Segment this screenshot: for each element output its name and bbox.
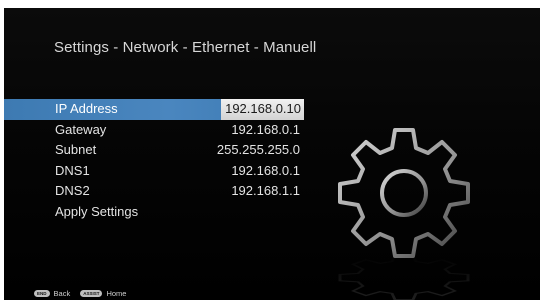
back-hint[interactable]: END Back <box>34 289 70 298</box>
home-hint[interactable]: ASSIST Home <box>80 289 126 298</box>
menu-item-label: Gateway <box>55 121 107 137</box>
menu-item-label: DNS2 <box>55 183 90 198</box>
tv-screen: Settings - Network - Ethernet - Manuell … <box>4 8 540 300</box>
menu-item-dns1[interactable]: DNS1 192.168.0.1 <box>4 161 304 182</box>
assist-key-icon: ASSIST <box>80 289 103 297</box>
network-settings-menu: IP Address 192.168.0.10 Gateway 192.168.… <box>4 99 304 222</box>
menu-item-dns2[interactable]: DNS2 192.168.1.1 <box>4 181 304 202</box>
dns1-field[interactable]: 192.168.0.1 <box>231 161 300 182</box>
menu-item-ip-address[interactable]: IP Address 192.168.0.10 <box>4 99 304 120</box>
ip-address-field[interactable]: 192.168.0.10 <box>221 99 304 120</box>
gear-icon <box>338 128 470 300</box>
gateway-field[interactable]: 192.168.0.1 <box>231 120 300 141</box>
dns2-field[interactable]: 192.168.1.1 <box>231 181 300 202</box>
end-key-icon: END <box>34 289 50 297</box>
page-title: Settings - Network - Ethernet - Manuell <box>54 39 317 56</box>
menu-item-label: Subnet <box>55 142 97 157</box>
apply-settings-button[interactable]: Apply Settings <box>4 202 304 223</box>
menu-item-label: IP Address <box>55 101 118 116</box>
menu-item-label: DNS1 <box>55 162 90 178</box>
key-hints: END Back ASSIST Home <box>34 288 136 298</box>
menu-item-gateway[interactable]: Gateway 192.168.0.1 <box>4 120 304 141</box>
subnet-field[interactable]: 255.255.255.0 <box>217 140 300 161</box>
home-label: Home <box>106 288 127 298</box>
menu-item-label: Apply Settings <box>55 203 139 219</box>
menu-item-subnet[interactable]: Subnet 255.255.255.0 <box>4 140 304 161</box>
back-label: Back <box>53 288 71 298</box>
